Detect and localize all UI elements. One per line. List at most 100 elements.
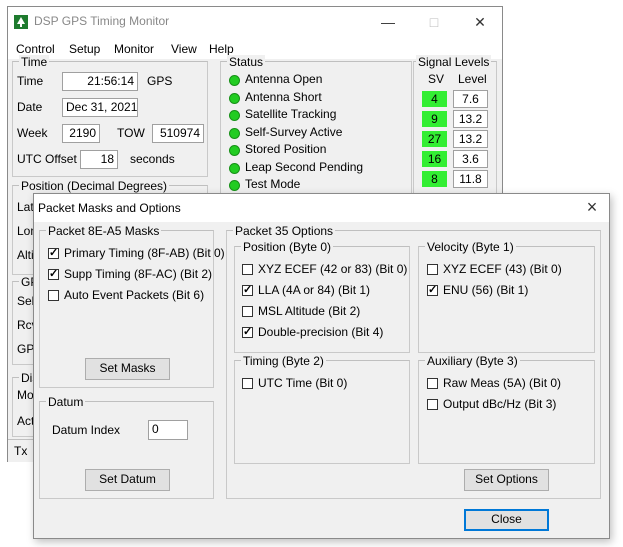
output-dbc-label[interactable]: Output dBc/Hz (Bit 3) [443, 397, 556, 411]
auxiliary-byte3-legend: Auxiliary (Byte 3) [425, 354, 520, 368]
menu-help[interactable]: Help [209, 42, 234, 56]
position-byte0-legend: Position (Byte 0) [241, 240, 334, 254]
menu-view[interactable]: View [171, 42, 197, 56]
antenna-short-led-icon [229, 93, 240, 104]
level-cell: 7.6 [453, 90, 488, 108]
dialog-close-icon[interactable]: × [573, 194, 611, 222]
raw-meas-label[interactable]: Raw Meas (5A) (Bit 0) [443, 376, 561, 390]
utc-offset-field: 18 [80, 150, 118, 169]
msl-altitude-checkbox[interactable] [242, 306, 253, 317]
sv-cell: 4 [422, 91, 447, 107]
masks-legend: Packet 8E-A5 Masks [46, 224, 162, 238]
date-field: Dec 31, 2021 [62, 98, 138, 117]
timing-byte2-group: Timing (Byte 2) UTC Time (Bit 0) [234, 354, 410, 464]
xyz-ecef-velocity-checkbox[interactable] [427, 264, 438, 275]
status-stored-position: Stored Position [245, 142, 327, 156]
week-field: 2190 [62, 124, 100, 143]
velocity-byte1-group: Velocity (Byte 1) XYZ ECEF (43) (Bit 0) … [418, 240, 595, 353]
supp-timing-label[interactable]: Supp Timing (8F-AC) (Bit 2) [64, 267, 212, 281]
close-icon[interactable]: ✕ [457, 7, 503, 37]
msl-altitude-label[interactable]: MSL Altitude (Bit 2) [258, 304, 360, 318]
xyz-ecef-position-label[interactable]: XYZ ECEF (42 or 83) (Bit 0) [258, 262, 407, 276]
packet35-group: Packet 35 Options Position (Byte 0) XYZ … [226, 224, 601, 499]
datum-index-input[interactable]: 0 [148, 420, 188, 440]
sv-cell: 8 [422, 171, 447, 187]
packet-masks-dialog: Packet Masks and Options × Packet 8E-A5 … [33, 193, 610, 539]
set-masks-button[interactable]: Set Masks [85, 358, 170, 380]
status-antenna-open: Antenna Open [245, 72, 323, 86]
primary-timing-label[interactable]: Primary Timing (8F-AB) (Bit 0) [64, 246, 225, 260]
xyz-ecef-position-checkbox[interactable] [242, 264, 253, 275]
utc-time-checkbox[interactable] [242, 378, 253, 389]
position-byte0-group: Position (Byte 0) XYZ ECEF (42 or 83) (B… [234, 240, 410, 353]
auto-event-label[interactable]: Auto Event Packets (Bit 6) [64, 288, 204, 302]
menu-setup[interactable]: Setup [69, 42, 100, 56]
time-group-legend: Time [19, 55, 50, 69]
packet35-legend: Packet 35 Options [233, 224, 336, 238]
self-survey-led-icon [229, 128, 240, 139]
double-precision-checkbox[interactable] [242, 325, 253, 338]
main-title-bar: DSP GPS Timing Monitor — □ ✕ [8, 7, 502, 37]
tow-label: TOW [117, 126, 145, 140]
minimize-icon[interactable]: — [365, 7, 411, 37]
velocity-byte1-legend: Velocity (Byte 1) [425, 240, 516, 254]
date-label: Date [17, 100, 43, 114]
dialog-title-bar: Packet Masks and Options × [34, 194, 609, 222]
lla-checkbox[interactable] [242, 283, 253, 296]
main-window-title: DSP GPS Timing Monitor [34, 14, 170, 28]
output-dbc-checkbox[interactable] [427, 399, 438, 410]
datum-legend: Datum [46, 395, 86, 409]
status-leap-second: Leap Second Pending [245, 160, 364, 174]
double-precision-label[interactable]: Double-precision (Bit 4) [258, 325, 383, 339]
test-mode-led-icon [229, 180, 240, 191]
enu-label[interactable]: ENU (56) (Bit 1) [443, 283, 528, 297]
time-field: 21:56:14 [62, 72, 138, 91]
antenna-open-led-icon [229, 75, 240, 86]
status-group: Status Antenna Open Antenna Short Satell… [220, 55, 412, 197]
level-cell: 3.6 [453, 150, 488, 168]
leap-second-led-icon [229, 163, 240, 174]
week-label: Week [17, 126, 48, 140]
satellite-tracking-led-icon [229, 110, 240, 121]
sv-cell: 16 [422, 151, 447, 167]
primary-timing-checkbox[interactable] [48, 246, 59, 259]
raw-meas-checkbox[interactable] [427, 378, 438, 389]
level-cell: 13.2 [453, 110, 488, 128]
sv-cell: 9 [422, 111, 447, 127]
enu-checkbox[interactable] [427, 283, 438, 296]
supp-timing-checkbox[interactable] [48, 267, 59, 280]
datum-index-label: Datum Index [52, 423, 121, 437]
set-options-button[interactable]: Set Options [464, 469, 549, 491]
sv-cell: 27 [422, 131, 447, 147]
status-bar-tx: Tx [14, 444, 28, 458]
dis-label-mo: Mo [17, 388, 34, 402]
set-datum-button[interactable]: Set Datum [85, 469, 170, 491]
timing-byte2-legend: Timing (Byte 2) [241, 354, 326, 368]
datum-group: Datum Datum Index 0 Set Datum [39, 395, 214, 499]
menu-monitor[interactable]: Monitor [114, 42, 154, 56]
xyz-ecef-velocity-label[interactable]: XYZ ECEF (43) (Bit 0) [443, 262, 562, 276]
app-icon [14, 15, 28, 29]
signal-levels-group: Signal Levels SV Level 4 7.6 9 13.2 27 1… [413, 55, 497, 201]
status-satellite-tracking: Satellite Tracking [245, 107, 337, 121]
status-self-survey: Self-Survey Active [245, 125, 343, 139]
masks-group: Packet 8E-A5 Masks Primary Timing (8F-AB… [39, 224, 225, 388]
status-antenna-short: Antenna Short [245, 90, 322, 104]
tow-field: 510974 [152, 124, 204, 143]
time-suffix: GPS [147, 74, 173, 88]
menu-control[interactable]: Control [16, 42, 55, 56]
maximize-icon[interactable]: □ [411, 7, 457, 37]
sv-header: SV [428, 72, 445, 86]
utc-offset-label: UTC Offset [17, 152, 77, 166]
position-group-legend: Position (Decimal Degrees) [19, 179, 170, 193]
level-header: Level [458, 72, 487, 86]
status-test-mode: Test Mode [245, 177, 301, 191]
status-group-legend: Status [227, 55, 266, 69]
level-cell: 13.2 [453, 130, 488, 148]
utc-time-label[interactable]: UTC Time (Bit 0) [258, 376, 347, 390]
auto-event-checkbox[interactable] [48, 290, 59, 301]
altitude-label: Alti [17, 248, 34, 262]
close-button[interactable]: Close [464, 509, 549, 531]
time-group: Time Time 21:56:14 GPS Date Dec 31, 2021… [12, 55, 208, 177]
lla-label[interactable]: LLA (4A or 84) (Bit 1) [258, 283, 370, 297]
